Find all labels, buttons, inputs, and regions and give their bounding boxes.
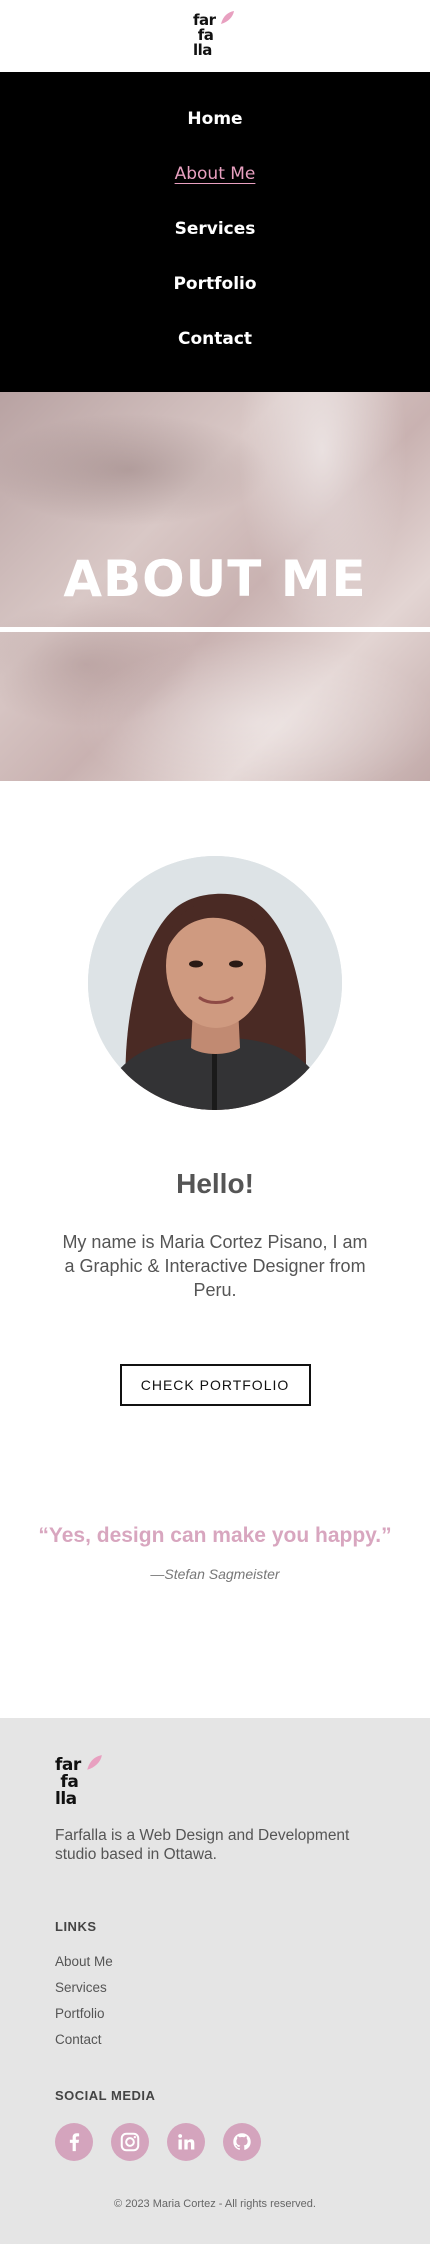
intro-text: My name is Maria Cortez Pisano, I am a G… bbox=[62, 1232, 368, 1300]
copyright-text: © 2023 Maria Cortez - All rights reserve… bbox=[114, 2198, 316, 2210]
quote-author: —Stefan Sagmeister bbox=[150, 1566, 280, 1582]
nav-item-about-me[interactable]: About Me bbox=[175, 163, 256, 218]
facebook-icon[interactable] bbox=[55, 2123, 93, 2161]
linkedin-icon[interactable] bbox=[167, 2123, 205, 2161]
main-nav: Home About Me Services Portfolio Contact bbox=[0, 72, 430, 392]
footer-link-contact[interactable]: Contact bbox=[55, 2032, 430, 2058]
hero-divider bbox=[0, 627, 430, 632]
hero-title: ABOUT ME bbox=[63, 550, 367, 608]
leaf-icon bbox=[221, 11, 234, 24]
site-footer: far fa lla Farfalla is a Web Design and … bbox=[0, 1718, 430, 2244]
site-header: far fa lla bbox=[0, 0, 430, 72]
leaf-icon bbox=[87, 1755, 102, 1770]
logo[interactable]: far fa lla bbox=[193, 10, 237, 62]
quote-text: “Yes, design can make you happy.” bbox=[38, 1524, 392, 1547]
nav-item-contact[interactable]: Contact bbox=[178, 328, 252, 383]
logo-text: far fa lla bbox=[193, 11, 216, 59]
footer-link-portfolio[interactable]: Portfolio bbox=[55, 2006, 430, 2032]
github-icon[interactable] bbox=[223, 2123, 261, 2161]
about-section: Hello! My name is Maria Cortez Pisano, I… bbox=[0, 781, 430, 1582]
footer-logo[interactable]: far fa lla bbox=[55, 1754, 105, 1812]
footer-links: About Me Services Portfolio Contact bbox=[55, 1954, 430, 2058]
portrait-image bbox=[88, 856, 342, 1110]
footer-link-services[interactable]: Services bbox=[55, 1980, 430, 2006]
footer-logo-text: far fa lla bbox=[55, 1755, 81, 1809]
nav-item-home[interactable]: Home bbox=[187, 108, 242, 163]
nav-item-services[interactable]: Services bbox=[175, 218, 256, 273]
social-media-heading: SOCIAL MEDIA bbox=[55, 2088, 156, 2103]
nav-item-portfolio[interactable]: Portfolio bbox=[173, 273, 256, 328]
links-heading: LINKS bbox=[55, 1919, 97, 1934]
check-portfolio-button[interactable]: CHECK PORTFOLIO bbox=[119, 1364, 311, 1406]
footer-link-about-me[interactable]: About Me bbox=[55, 1954, 430, 1980]
instagram-icon[interactable] bbox=[111, 2123, 149, 2161]
greeting-heading: Hello! bbox=[176, 1168, 254, 1199]
social-links bbox=[55, 2123, 430, 2161]
avatar bbox=[88, 856, 342, 1110]
hero-banner: ABOUT ME bbox=[0, 392, 430, 781]
page: far fa lla Home About Me Services Portfo… bbox=[0, 0, 430, 2244]
footer-description: Farfalla is a Web Design and Development… bbox=[55, 1827, 350, 1863]
